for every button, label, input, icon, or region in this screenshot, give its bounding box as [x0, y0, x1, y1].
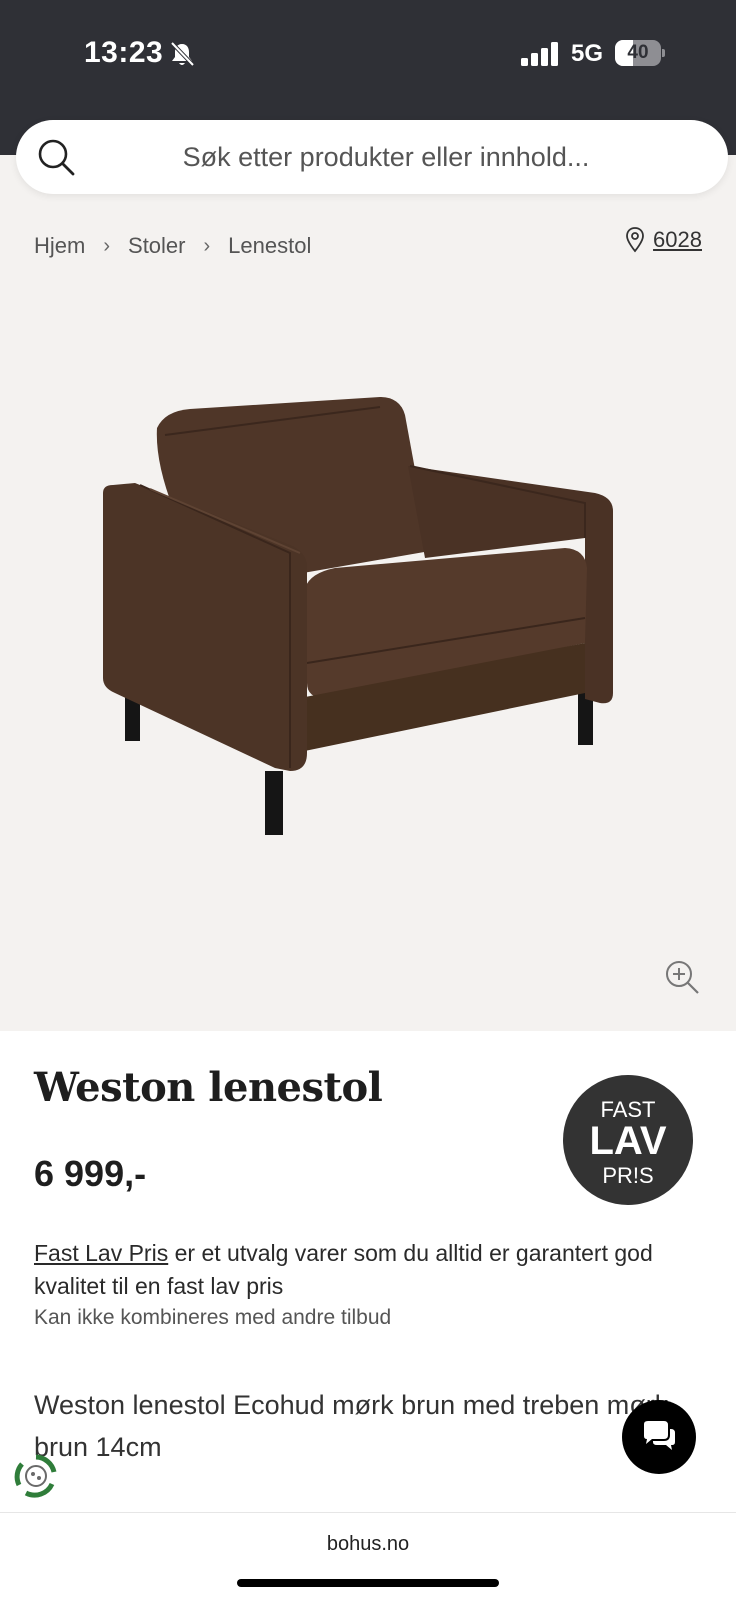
recycle-icon[interactable] — [12, 1452, 60, 1500]
product-description: Weston lenestol Ecohud mørk brun med tre… — [34, 1390, 669, 1462]
store-location[interactable]: 6028 — [625, 227, 702, 253]
product-image[interactable] — [95, 393, 645, 853]
badge-line-lav: LAV — [589, 1119, 667, 1163]
status-time: 13:23 — [84, 36, 164, 69]
search-input[interactable] — [96, 134, 676, 180]
location-code[interactable]: 6028 — [653, 227, 702, 253]
product-title: Weston lenestol — [34, 1064, 383, 1111]
browser-url-bar[interactable]: bohus.no — [0, 1512, 736, 1600]
browser-url[interactable]: bohus.no — [0, 1533, 736, 1556]
chat-bubbles-icon — [644, 1421, 675, 1450]
breadcrumb-current: Lenestol — [228, 233, 312, 258]
signal-icon — [521, 42, 558, 66]
home-indicator[interactable] — [237, 1579, 499, 1587]
zoom-in-icon[interactable] — [664, 959, 700, 995]
product-image-area: Hjem › Stoler › Lenestol 6028 — [0, 155, 736, 1031]
fast-lav-pris-badge: FAST LAV PR!S — [563, 1075, 693, 1205]
fast-lav-pris-note: Kan ikke kombineres med andre tilbud — [34, 1306, 392, 1329]
fast-lav-pris-link[interactable]: Fast Lav Pris — [34, 1240, 168, 1266]
search-icon[interactable] — [36, 137, 76, 177]
chat-button[interactable] — [622, 1400, 696, 1474]
breadcrumb-separator: › — [203, 234, 211, 257]
location-pin-icon — [626, 227, 644, 253]
network-label: 5G — [571, 40, 604, 67]
breadcrumb-stoler[interactable]: Stoler — [128, 233, 185, 259]
breadcrumb: Hjem › Stoler › Lenestol — [34, 229, 311, 263]
breadcrumb-home[interactable]: Hjem — [34, 233, 85, 259]
search-bar[interactable] — [16, 120, 728, 194]
breadcrumb-separator: › — [103, 234, 111, 257]
battery-icon: 40 — [615, 40, 665, 66]
product-price: 6 999,- — [34, 1153, 147, 1194]
battery-level: 40 — [627, 42, 649, 63]
fast-lav-pris-info: Fast Lav Pris er et utvalg varer som du … — [34, 1237, 704, 1303]
badge-line-pris: PR!S — [602, 1163, 654, 1188]
bell-off-icon — [170, 41, 195, 67]
